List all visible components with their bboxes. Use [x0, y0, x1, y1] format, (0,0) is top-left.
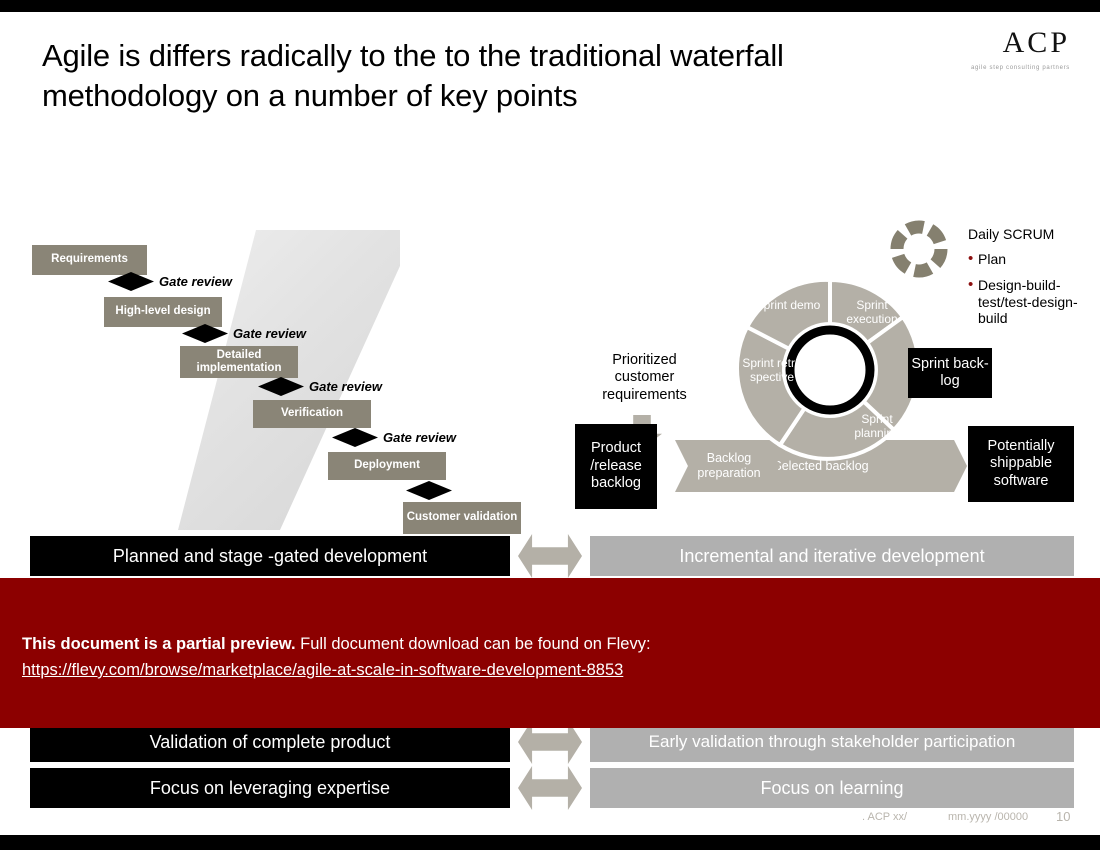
preview-banner: This document is a partial preview. Full…	[0, 578, 1100, 728]
agile-diagram: Prioritized customer requirements Produc…	[560, 200, 1100, 540]
logo-tagline: agile step consulting partners	[970, 65, 1070, 71]
footer: . ACP xx/ mm.yyyy /00000 10	[0, 806, 1100, 832]
gate-review-2: Gate review	[182, 324, 306, 343]
prioritized-customer-requirements-label: Prioritized customer requirements	[602, 352, 687, 403]
gate-review-label: Gate review	[159, 274, 232, 289]
comparison-row-3: Focus on leveraging expertise Focus on l…	[0, 766, 1100, 810]
top-black-bar	[0, 0, 1100, 12]
daily-scrum-donut-icon	[888, 218, 950, 280]
diamond-icon	[108, 272, 154, 291]
acp-logo: ACP agile step consulting partners	[920, 26, 1070, 72]
footer-page-number: 10	[1056, 809, 1071, 824]
gate-review-3: Gate review	[258, 377, 382, 396]
slide: Agile is differs radically to the to the…	[0, 0, 1100, 850]
double-arrow-icon	[518, 766, 582, 810]
gate-review-label: Gate review	[309, 379, 382, 394]
daily-scrum-block: Daily SCRUM Plan Design-build-test/test-…	[968, 226, 1098, 336]
sprint-cycle-svg	[735, 277, 921, 461]
waterfall-diagram: Requirements Gate review High-level desi…	[0, 200, 540, 540]
comparison-right-1: Incremental and iterative development	[590, 536, 1074, 576]
daily-scrum-item-plan: Plan	[968, 250, 1098, 268]
daily-scrum-donut-svg	[890, 220, 948, 278]
preview-banner-text: This document is a partial preview. Full…	[22, 633, 1062, 683]
flevy-url-link[interactable]: https://flevy.com/browse/marketplace/agi…	[22, 659, 1062, 683]
sprint-cycle-wheel: Sprint demo Sprint execution Sprint plan…	[735, 275, 925, 465]
waterfall-stage-customer-validation: Customer validation	[403, 502, 521, 534]
waterfall-stage-high-level-design: High-level design	[104, 297, 222, 327]
waterfall-stage-verification: Verification	[253, 400, 371, 428]
waterfall-stage-deployment: Deployment	[328, 452, 446, 480]
waterfall-stage-requirements: Requirements	[32, 245, 147, 275]
potentially-shippable-software-box: Potentially shippable software	[968, 426, 1074, 502]
bottom-black-bar	[0, 835, 1100, 850]
gate-review-1: Gate review	[108, 272, 232, 291]
comparison-left-3: Focus on leveraging expertise	[30, 768, 510, 808]
comparison-left-1: Planned and stage -gated development	[30, 536, 510, 576]
page-title: Agile is differs radically to the to the…	[42, 38, 784, 113]
gate-review-label: Gate review	[383, 430, 456, 445]
comparison-left-2: Validation of complete product	[30, 722, 510, 762]
sprint-backlog-callout: Sprint back-log	[908, 348, 992, 398]
daily-scrum-heading: Daily SCRUM	[968, 226, 1055, 242]
comparison-right-3: Focus on learning	[590, 768, 1074, 808]
diamond-icon	[332, 428, 378, 447]
logo-wordmark: ACP	[1002, 26, 1070, 59]
preview-banner-rest: Full document download can be found on F…	[300, 635, 651, 653]
preview-banner-bold: This document is a partial preview.	[22, 635, 296, 653]
gate-review-4: Gate review	[332, 428, 456, 447]
comparison-row-1: Planned and stage -gated development Inc…	[0, 534, 1100, 578]
comparison-row-2: Validation of complete product Early val…	[0, 720, 1100, 764]
double-arrow-icon	[518, 534, 582, 578]
gate-review-label: Gate review	[233, 326, 306, 341]
product-release-backlog-box: Product /release backlog	[575, 424, 657, 509]
waterfall-stage-detailed-implementation: Detailed implementation	[180, 346, 298, 378]
footer-middle: mm.yyyy /00000	[948, 811, 1029, 823]
diamond-icon	[406, 481, 452, 500]
daily-scrum-item-design-build-test: Design-build-test/test-design-build	[968, 276, 1098, 327]
gate-marker-5	[406, 481, 457, 500]
diamond-icon	[258, 377, 304, 396]
comparison-right-2: Early validation through stakeholder par…	[590, 722, 1074, 762]
diamond-icon	[182, 324, 228, 343]
footer-left: . ACP xx/	[862, 811, 908, 823]
